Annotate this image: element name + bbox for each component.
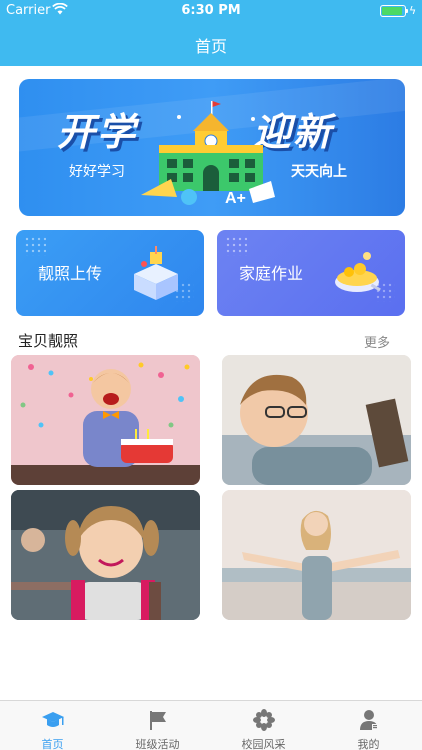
upload-box-icon xyxy=(134,246,178,300)
tab-mine-label: 我的 xyxy=(357,738,380,750)
svg-text:A+: A+ xyxy=(225,190,246,205)
girl-backpack-photo[interactable] xyxy=(11,490,200,620)
birthday-boy-photo[interactable] xyxy=(11,355,200,485)
tab-class-activities-label: 班级活动 xyxy=(135,738,180,750)
banner-title-left: 开学 xyxy=(57,110,138,154)
status-bar: Carrier 6:30 PM ϟ xyxy=(0,0,422,22)
photo-upload-label: 靓照上传 xyxy=(38,264,103,283)
girl-arms-open-photo[interactable] xyxy=(222,490,411,620)
more-link[interactable]: 更多 xyxy=(364,332,390,351)
tab-campus-label: 校园风采 xyxy=(241,738,286,750)
welcome-banner[interactable]: 开学 迎新 好好学习 天天向上 A+ xyxy=(19,79,405,216)
page-title: 首页 xyxy=(194,37,227,56)
tab-bar: 首页 班级活动 校园风采 我的 xyxy=(0,700,422,750)
photo-upload-card[interactable]: 靓照上传 xyxy=(16,230,204,316)
boy-reading-photo[interactable] xyxy=(222,355,411,485)
school-building-illustration: A+ xyxy=(141,101,275,205)
flag-icon xyxy=(150,711,166,730)
status-time: 6:30 PM xyxy=(181,3,241,18)
graduation-cap-icon xyxy=(42,712,64,727)
tab-home-label: 首页 xyxy=(41,738,64,750)
tab-campus[interactable]: 校园风采 xyxy=(211,701,316,750)
homework-bowl-icon xyxy=(335,252,381,292)
banner-subtitle-right: 天天向上 xyxy=(291,164,347,180)
section-title: 宝贝靓照 xyxy=(18,332,79,350)
homework-label: 家庭作业 xyxy=(239,264,304,283)
person-icon xyxy=(360,710,378,730)
banner-subtitle-left: 好好学习 xyxy=(69,164,125,180)
homework-card[interactable]: 家庭作业 xyxy=(217,230,405,316)
battery-icon: ϟ xyxy=(380,4,416,17)
top-bar: Carrier 6:30 PM ϟ 首页 xyxy=(0,0,422,66)
tab-mine[interactable]: 我的 xyxy=(316,701,421,750)
tab-home[interactable]: 首页 xyxy=(0,701,105,750)
flower-icon xyxy=(253,709,275,731)
tab-class-activities[interactable]: 班级活动 xyxy=(105,701,210,750)
